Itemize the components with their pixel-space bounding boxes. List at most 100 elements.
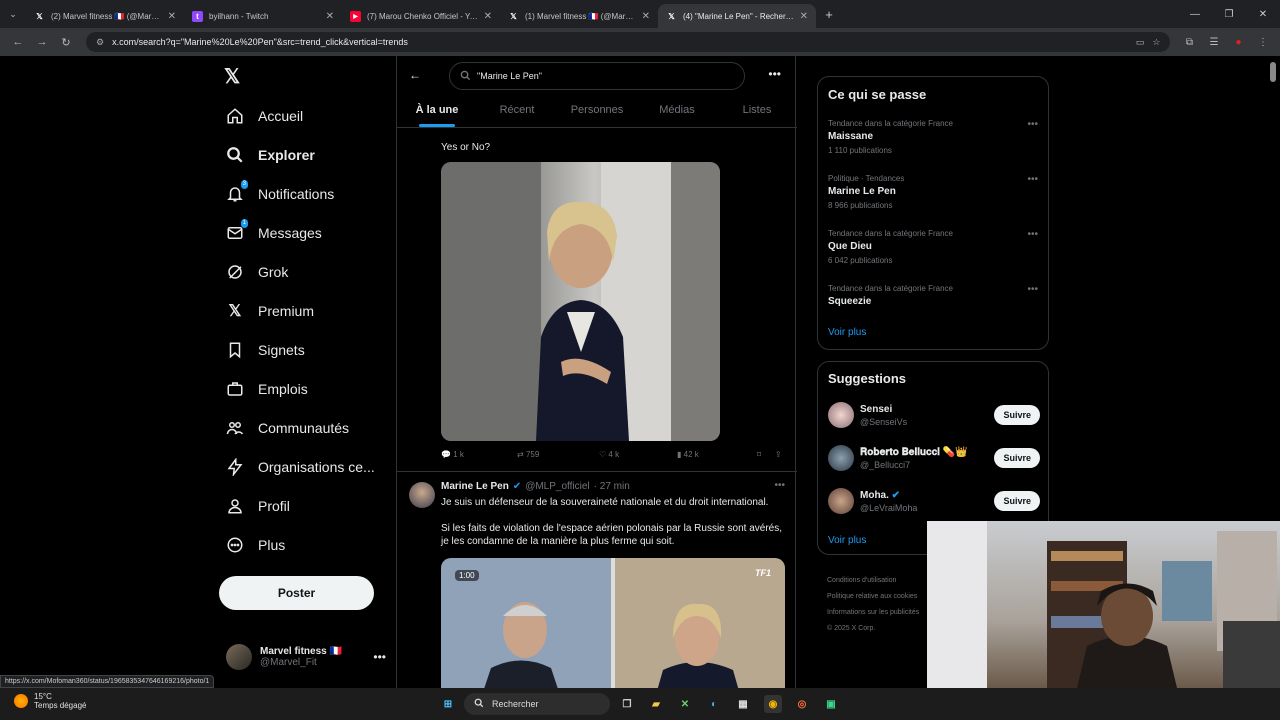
nav-item-signets[interactable]: Signets bbox=[226, 341, 305, 359]
account-switcher[interactable]: Marvel fitness 🇫🇷 @Marvel_Fit ••• bbox=[226, 644, 386, 670]
avatar[interactable] bbox=[828, 402, 854, 428]
trends-show-more-link[interactable]: Voir plus bbox=[828, 327, 866, 338]
trend-item[interactable]: Tendance dans la catégorie France Que Di… bbox=[828, 229, 1038, 265]
bookmark-icon[interactable]: ⌑ bbox=[757, 450, 775, 459]
like-button[interactable]: ♡ 4 k bbox=[599, 450, 677, 459]
menu-icon[interactable]: ⋮ bbox=[1252, 37, 1274, 48]
nav-item-notifications[interactable]: 3 Notifications bbox=[226, 180, 334, 203]
more-icon[interactable]: ••• bbox=[1027, 284, 1038, 295]
tweet[interactable]: Marine Le Pen ✔ @MLP_officiel · 27 min •… bbox=[397, 471, 797, 688]
nav-item-accueil[interactable]: Accueil bbox=[226, 107, 303, 125]
tweet-time[interactable]: · 27 min bbox=[594, 481, 630, 492]
close-tab-icon[interactable]: ✕ bbox=[800, 11, 808, 22]
nav-item-organisations[interactable]: Organisations ce... bbox=[226, 458, 375, 476]
avatar[interactable] bbox=[409, 482, 435, 508]
new-tab-button[interactable]: + bbox=[816, 7, 842, 22]
tab-a-la-une[interactable]: À la une bbox=[397, 96, 477, 127]
close-tab-icon[interactable]: ✕ bbox=[326, 11, 334, 22]
nav-item-messages[interactable]: 1 Messages bbox=[226, 219, 322, 242]
edge-icon[interactable]: ◐ bbox=[705, 695, 723, 713]
search-input[interactable]: "Marine Le Pen" bbox=[449, 62, 745, 90]
nav-item-explorer[interactable]: Explorer bbox=[226, 146, 315, 164]
url-field[interactable]: ⚙ x.com/search?q="Marine%20Le%20Pen"&src… bbox=[86, 32, 1171, 52]
suggestion-item[interactable]: Moha. ✔ @LeVraiMoha Suivre bbox=[828, 488, 1040, 514]
tweet-video[interactable]: 1:00 TF1 bbox=[441, 558, 785, 688]
footer-link[interactable]: Informations sur les publicités bbox=[827, 605, 919, 621]
close-window-icon[interactable]: ✕ bbox=[1246, 9, 1280, 20]
firefox-icon[interactable]: ◎ bbox=[793, 695, 811, 713]
extensions-icon[interactable]: ⧉ bbox=[1178, 37, 1200, 48]
browser-tab-5[interactable]: 𝕏 (4) "Marine Le Pen" - Recherche ✕ bbox=[658, 4, 816, 28]
avatar[interactable] bbox=[828, 488, 854, 514]
close-tab-icon[interactable]: ✕ bbox=[168, 11, 176, 22]
reply-button[interactable]: 💬 1 k bbox=[441, 450, 517, 459]
browser-tab-1[interactable]: 𝕏 (2) Marvel fitness 🇫🇷 (@Marvel_F ✕ bbox=[26, 4, 184, 28]
suggestion-item[interactable]: 𝐑𝐨𝐛𝐞𝐫𝐭𝐨 𝐁𝐞𝐥𝐥𝐮𝐜𝐜𝐢 💊👑 @_Bellucci7 Suivre bbox=[828, 445, 1040, 471]
back-arrow-icon[interactable]: ← bbox=[409, 68, 421, 82]
tweet-photo[interactable] bbox=[441, 162, 720, 441]
tab-recent[interactable]: Récent bbox=[477, 96, 557, 127]
follow-button[interactable]: Suivre bbox=[994, 448, 1040, 468]
avatar[interactable] bbox=[828, 445, 854, 471]
back-icon[interactable]: ← bbox=[6, 36, 30, 48]
more-icon[interactable]: ••• bbox=[1027, 119, 1038, 130]
nav-item-grok[interactable]: Grok bbox=[226, 263, 288, 281]
trends-title: Ce qui se passe bbox=[828, 87, 927, 102]
site-info-icon[interactable]: ⚙ bbox=[96, 37, 104, 48]
minimize-icon[interactable]: — bbox=[1178, 9, 1212, 20]
nav-item-plus[interactable]: Plus bbox=[226, 536, 285, 554]
repost-button[interactable]: ⇄ 759 bbox=[517, 450, 599, 459]
windows-start-icon[interactable]: ⊞ bbox=[439, 695, 457, 713]
browser-tab-3[interactable]: ▶ (7) Marou Chenko Officiel - You ✕ bbox=[342, 4, 500, 28]
task-view-icon[interactable]: ❐ bbox=[618, 695, 636, 713]
trend-item[interactable]: Politique · Tendances Marine Le Pen 8 96… bbox=[828, 174, 1038, 210]
nav-item-premium[interactable]: 𝕏 Premium bbox=[226, 302, 314, 320]
restore-icon[interactable]: ❐ bbox=[1212, 9, 1246, 20]
trend-item[interactable]: Tendance dans la catégorie France Squeez… bbox=[828, 284, 1038, 307]
weather-widget[interactable]: 15°C Temps dégagé bbox=[14, 692, 86, 710]
cast-icon[interactable]: ▭ bbox=[1136, 37, 1145, 48]
more-options-icon[interactable]: ••• bbox=[768, 67, 781, 81]
taskbar-search[interactable]: Rechercher bbox=[464, 693, 610, 715]
star-icon[interactable]: ☆ bbox=[1152, 37, 1160, 48]
browser-tab-2[interactable]: t byilhann - Twitch ✕ bbox=[184, 4, 342, 28]
reload-icon[interactable]: ↻ bbox=[54, 36, 78, 49]
profile-icon[interactable]: ● bbox=[1227, 37, 1249, 48]
suggestion-item[interactable]: Sensei @SenseiVs Suivre bbox=[828, 402, 1040, 428]
post-button[interactable]: Poster bbox=[219, 576, 374, 610]
tweet-actions: 💬 1 k ⇄ 759 ♡ 4 k ▮ 42 k ⌑ ⇪ bbox=[441, 450, 785, 459]
tab-listes[interactable]: Listes bbox=[717, 96, 797, 127]
scrollbar-thumb[interactable] bbox=[1270, 62, 1276, 82]
app-icon[interactable]: ▣ bbox=[822, 695, 840, 713]
close-tab-icon[interactable]: ✕ bbox=[484, 11, 492, 22]
xbox-icon[interactable]: ✕ bbox=[676, 695, 694, 713]
chrome-icon[interactable]: ◉ bbox=[764, 695, 782, 713]
follow-button[interactable]: Suivre bbox=[994, 405, 1040, 425]
trend-item[interactable]: Tendance dans la catégorie France Maissa… bbox=[828, 119, 1038, 155]
more-icon[interactable]: ••• bbox=[774, 480, 785, 491]
store-icon[interactable]: ▦ bbox=[734, 695, 752, 713]
share-icon[interactable]: ⇪ bbox=[775, 450, 782, 459]
nav-item-emplois[interactable]: Emplois bbox=[226, 380, 308, 398]
more-icon[interactable]: ••• bbox=[1027, 229, 1038, 240]
more-icon[interactable]: ••• bbox=[373, 650, 386, 664]
nav-item-communautes[interactable]: Communautés bbox=[226, 419, 349, 437]
nav-item-profil[interactable]: Profil bbox=[226, 497, 290, 515]
reading-list-icon[interactable]: ☰ bbox=[1203, 37, 1225, 48]
footer-link[interactable]: Conditions d'utilisation bbox=[827, 573, 919, 589]
more-icon[interactable]: ••• bbox=[1027, 174, 1038, 185]
tab-personnes[interactable]: Personnes bbox=[557, 96, 637, 127]
browser-tab-4[interactable]: 𝕏 (1) Marvel fitness 🇫🇷 (@Marvel_F ✕ bbox=[500, 4, 658, 28]
forward-icon[interactable]: → bbox=[30, 36, 54, 48]
suggestions-show-more-link[interactable]: Voir plus bbox=[828, 535, 866, 546]
author-handle[interactable]: @MLP_officiel bbox=[525, 481, 589, 492]
author-name[interactable]: Marine Le Pen bbox=[441, 481, 509, 492]
file-explorer-icon[interactable]: ▰ bbox=[647, 695, 665, 713]
tab-medias[interactable]: Médias bbox=[637, 96, 717, 127]
views-button[interactable]: ▮ 42 k bbox=[677, 450, 757, 459]
tab-search-icon[interactable]: ⌄ bbox=[0, 9, 26, 20]
footer-link[interactable]: Politique relative aux cookies bbox=[827, 589, 919, 605]
close-tab-icon[interactable]: ✕ bbox=[642, 11, 650, 22]
x-logo-icon[interactable]: 𝕏 bbox=[224, 64, 240, 89]
follow-button[interactable]: Suivre bbox=[994, 491, 1040, 511]
